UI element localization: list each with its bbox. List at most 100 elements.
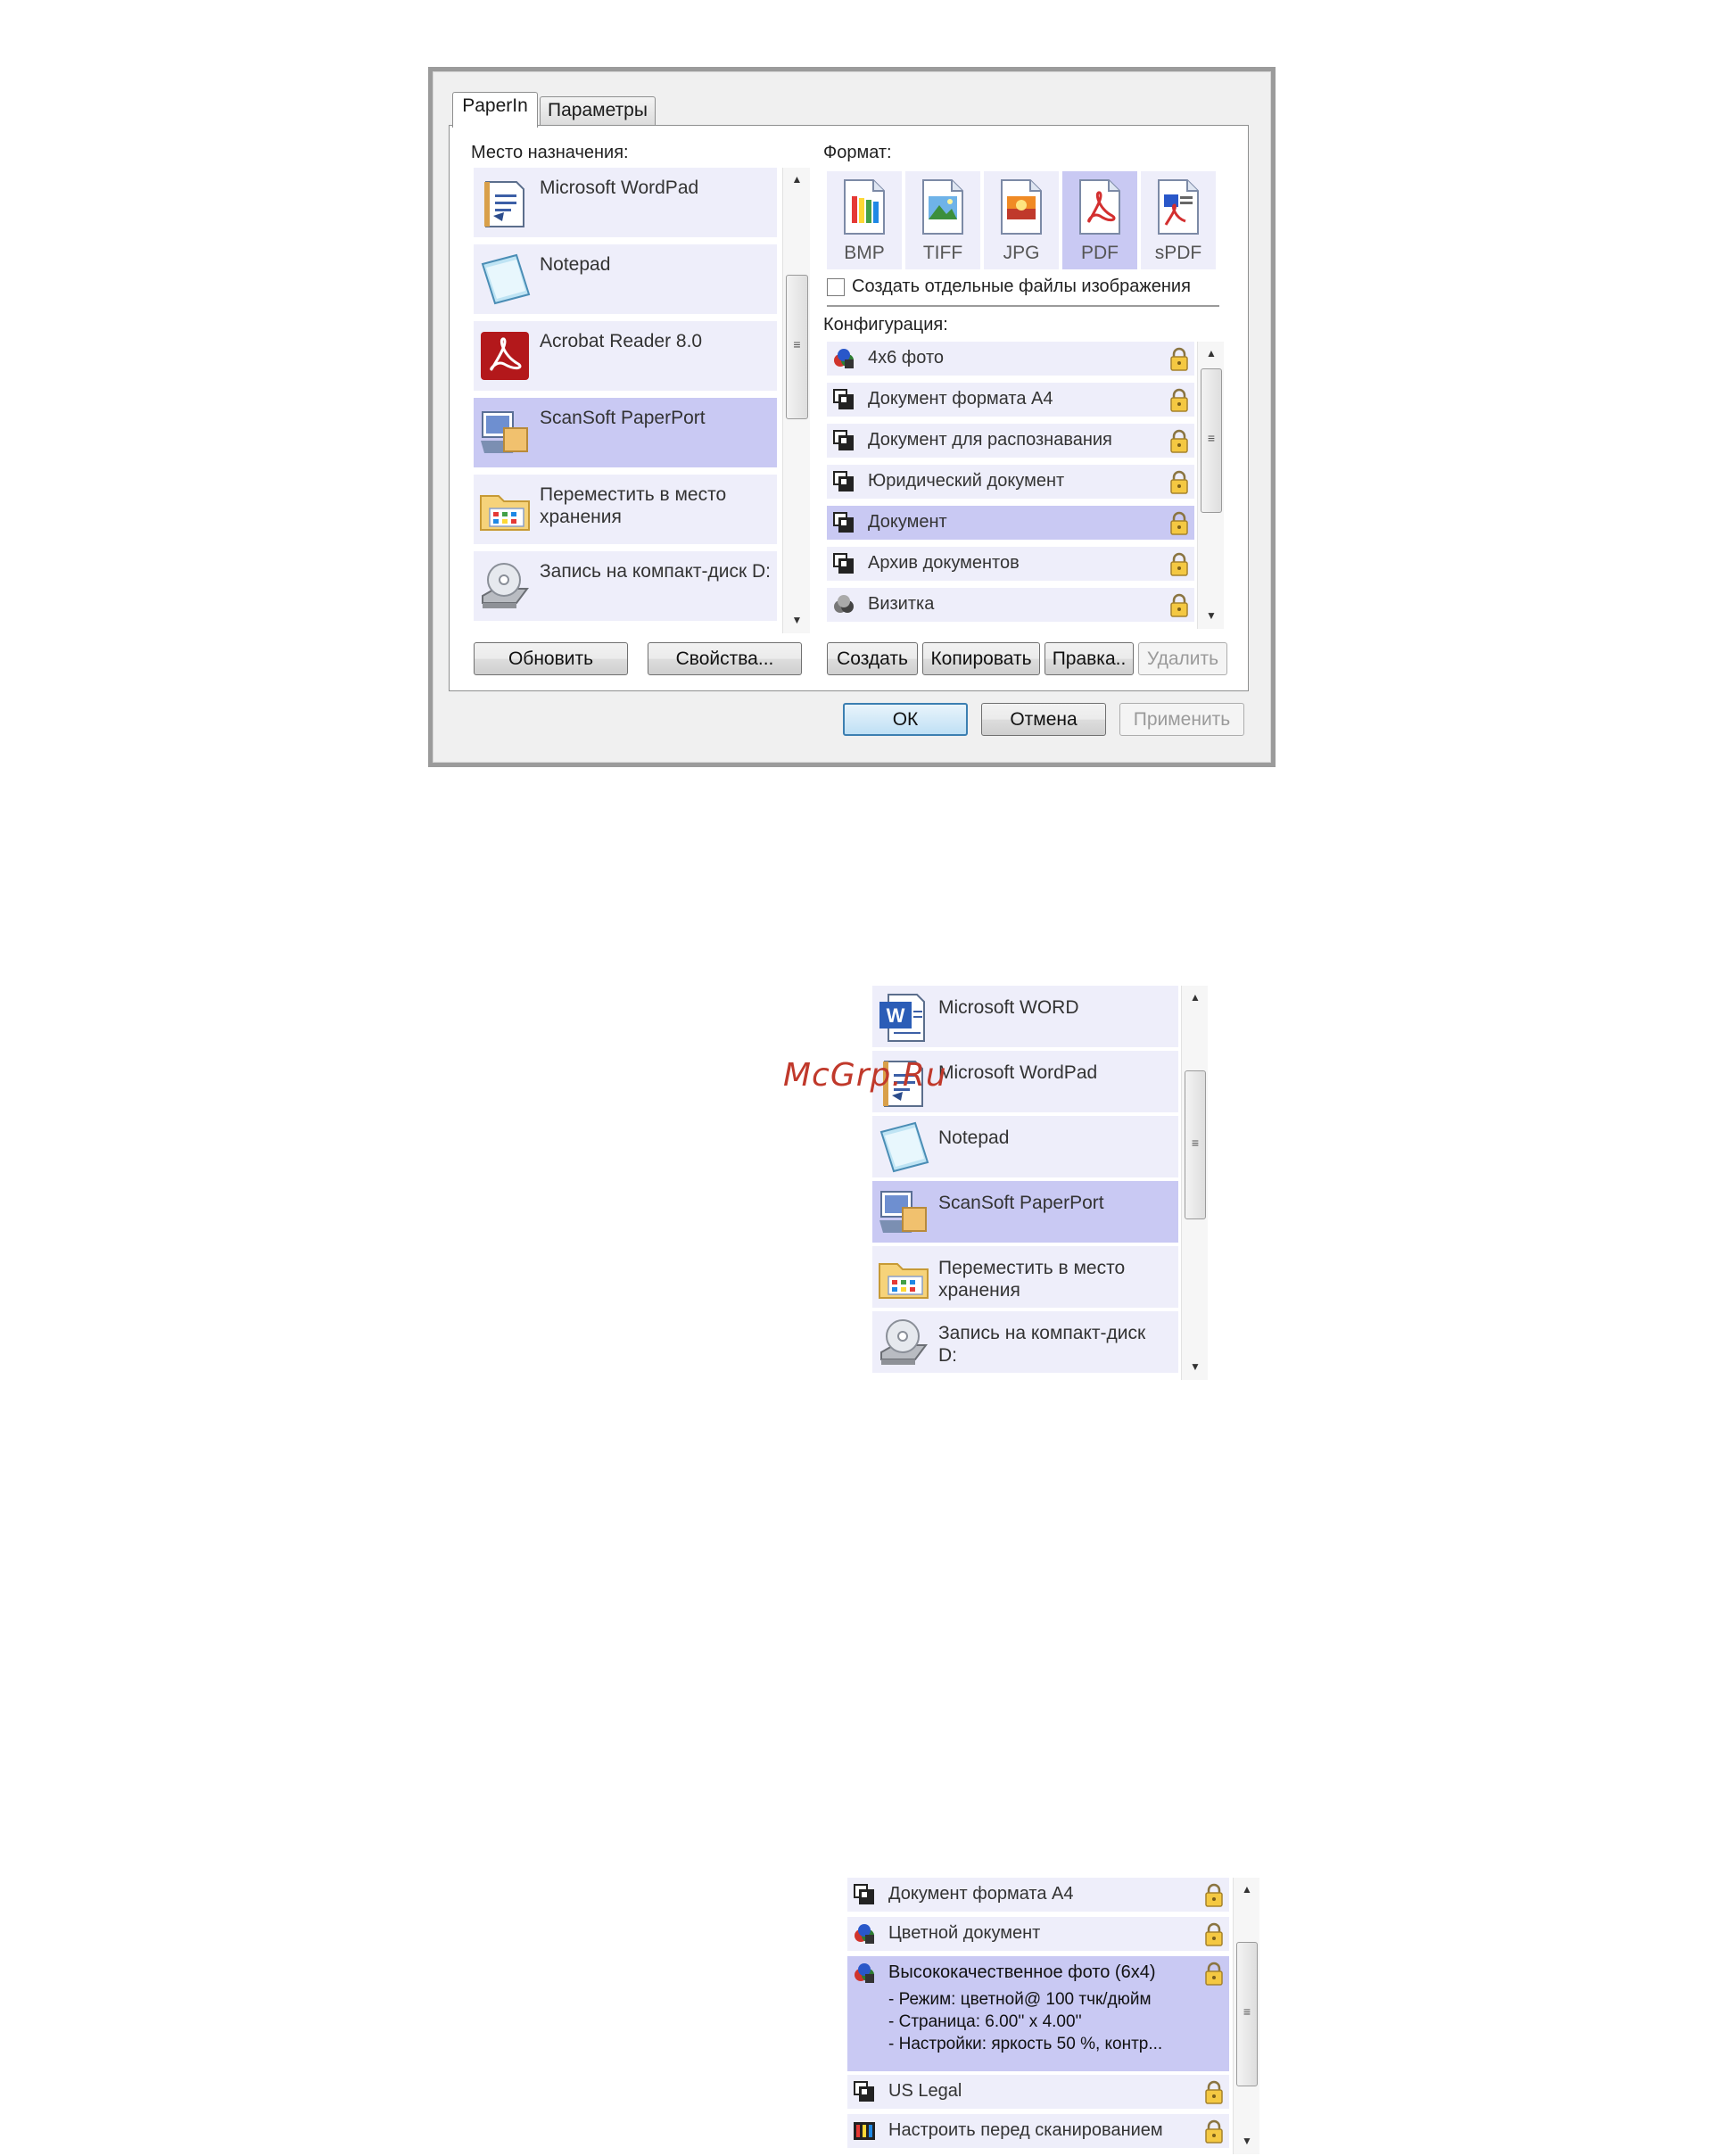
folder-icon [477,482,533,537]
destination-item-notepad[interactable]: Notepad [872,1116,1178,1181]
config-item-label: US Legal [888,2081,962,2101]
destination-item-burn-cd[interactable]: Запись на компакт-диск D: [872,1311,1178,1376]
lock-icon [1169,347,1189,372]
cd-drive-icon [876,1315,931,1370]
notepad-icon [477,252,533,307]
separate-files-checkbox[interactable] [827,278,845,296]
format-divider [827,305,1219,307]
config-item-label: 4x6 фото [868,348,944,368]
destination-item-label: Microsoft WordPad [540,178,699,198]
create-button[interactable]: Создать [827,642,918,675]
color-config-icon [832,347,855,370]
config-item-ocr-document[interactable]: Документ для распознавания [827,424,1194,461]
lock-icon [1169,593,1189,618]
config-item-label: Высококачественное фото (6x4) [888,1962,1156,1982]
tab-parameters[interactable]: Параметры [540,96,656,125]
config-item-us-legal[interactable]: US Legal [847,2075,1229,2112]
gray-config-icon [832,593,855,616]
scroll-up-icon[interactable]: ▲ [1198,347,1224,359]
configure-before-scan-icon [853,2119,876,2143]
format-bmp[interactable]: BMP [827,171,902,269]
wordpad-icon [477,175,533,230]
scroll-down-icon[interactable]: ▼ [783,614,810,626]
config-item-hq-photo[interactable]: Высококачественное фото (6x4) - Режим: ц… [847,1956,1229,2075]
bw-config-icon [832,552,855,575]
paperport-icon [477,405,533,460]
bw-config-icon [853,2080,876,2103]
destination-item-label: Notepad [938,1128,1010,1148]
bmp-file-icon [839,178,889,235]
paperport-icon [876,1185,931,1240]
config-item-document[interactable]: Документ [827,506,1194,543]
config-detail-page: - Страница: 6.00'' x 4.00'' [888,2012,1082,2031]
tiff-file-icon [918,178,968,235]
config-item-label: Цветной документ [888,1923,1041,1943]
scroll-up-icon[interactable]: ▲ [783,173,810,186]
apply-button: Применить [1119,703,1244,736]
destination-item-acrobat[interactable]: Acrobat Reader 8.0 [474,321,777,394]
scroll-grip-icon: ≡ [1191,1136,1200,1150]
destination-scrollbar[interactable]: ▲ ≡ ▼ [782,168,810,633]
format-pdf[interactable]: PDF [1062,171,1137,269]
config-list-expanded[interactable]: Документ формата А4 Цветной документ Выс… [847,1878,1259,2154]
lock-icon [1204,2119,1224,2144]
destination-item-move-to-storage[interactable]: Переместить в место хранения [872,1246,1178,1311]
scroll-down-icon[interactable]: ▼ [1182,1360,1208,1373]
tab-paperin[interactable]: PaperIn [452,92,538,128]
scroll-up-icon[interactable]: ▲ [1234,1883,1259,1896]
destination-list-expanded[interactable]: Microsoft WORD Microsoft WordPad Notepad… [872,986,1208,1380]
config-item-configure-before-scan[interactable]: Настроить перед сканированием [847,2114,1229,2152]
format-label-text: sPDF [1154,243,1202,263]
format-tiff[interactable]: TIFF [905,171,980,269]
destination-item-burn-cd[interactable]: Запись на компакт-диск D: [474,551,777,624]
destination-list[interactable]: Microsoft WordPad Notepad Acrobat Reader… [474,168,810,633]
properties-button[interactable]: Свойства... [648,642,802,675]
destination-item-label: Переместить в место хранения [938,1258,1126,1301]
config-item-label: Юридический документ [868,471,1065,491]
destination-item-notepad[interactable]: Notepad [474,244,777,318]
format-spdf[interactable]: sPDF [1141,171,1216,269]
ok-button[interactable]: ОК [843,703,968,736]
format-jpg[interactable]: JPG [984,171,1059,269]
spdf-file-icon [1153,178,1203,235]
notepad-icon [876,1119,931,1175]
destination-item-paperport[interactable]: ScanSoft PaperPort [474,398,777,471]
destination-item-label: Notepad [540,254,611,275]
format-label-text: BMP [844,243,885,263]
scroll-up-icon[interactable]: ▲ [1182,991,1208,1004]
destination-item-label: Acrobat Reader 8.0 [540,331,703,351]
config-list[interactable]: 4x6 фото Документ формата А4 Документ дл… [827,342,1224,629]
destination-item-label: Запись на компакт-диск D: [938,1323,1146,1366]
config-item-4x6-photo[interactable]: 4x6 фото [827,342,1194,379]
config-item-color-document[interactable]: Цветной документ [847,1917,1229,1954]
scroll-grip-icon: ≡ [1243,2004,1251,2019]
acrobat-icon [477,328,533,384]
config-item-legal-document[interactable]: Юридический документ [827,465,1194,502]
destination-item-word[interactable]: Microsoft WORD [872,986,1178,1051]
config-scrollbar[interactable]: ▲ ≡ ▼ [1233,1878,1259,2154]
lock-icon [1204,1962,1224,1987]
config-item-a4-document[interactable]: Документ формата А4 [847,1878,1229,1915]
config-item-label: Документ формата А4 [868,389,1053,409]
config-scrollbar[interactable]: ▲ ≡ ▼ [1197,342,1224,629]
destination-scrollbar[interactable]: ▲ ≡ ▼ [1181,986,1208,1380]
scroll-grip-icon: ≡ [1207,431,1216,445]
config-item-label: Визитка [868,594,935,614]
config-item-a4-document[interactable]: Документ формата А4 [827,383,1194,420]
edit-button[interactable]: Правка.. [1045,642,1134,675]
cancel-button[interactable]: Отмена [981,703,1106,736]
destination-item-label: Microsoft WordPad [938,1062,1098,1083]
destination-item-wordpad[interactable]: Microsoft WordPad [474,168,777,241]
destination-item-move-to-storage[interactable]: Переместить в место хранения [474,475,777,548]
destination-item-paperport[interactable]: ScanSoft PaperPort [872,1181,1178,1246]
config-item-business-card[interactable]: Визитка [827,588,1194,625]
lock-icon [1169,511,1189,536]
scroll-down-icon[interactable]: ▼ [1234,2135,1259,2147]
format-label-text: TIFF [922,243,963,263]
refresh-button[interactable]: Обновить [474,642,628,675]
scroll-down-icon[interactable]: ▼ [1198,609,1224,622]
config-item-document-archive[interactable]: Архив документов [827,547,1194,584]
destination-item-label: ScanSoft PaperPort [938,1193,1104,1213]
copy-button[interactable]: Копировать [922,642,1040,675]
color-config-icon [853,1922,876,1945]
